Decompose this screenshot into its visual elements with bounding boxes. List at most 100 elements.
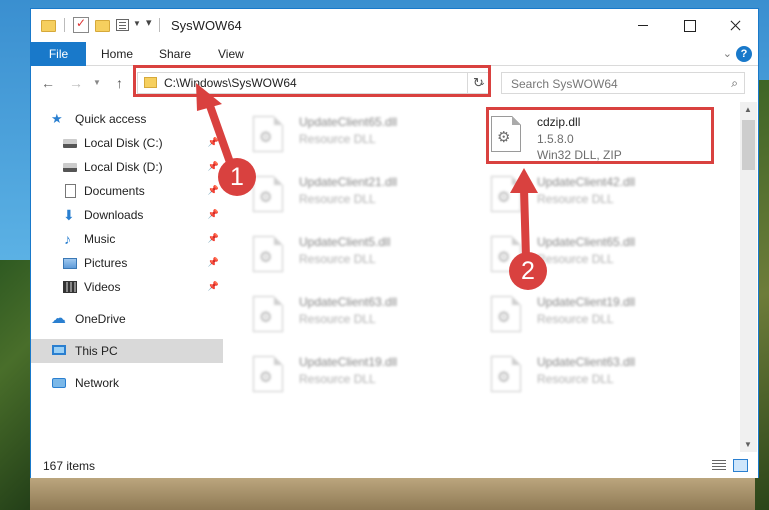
file-name: UpdateClient63.dll (537, 355, 636, 369)
pictures-icon (63, 258, 77, 269)
pin-icon[interactable]: 📌 (208, 281, 219, 292)
file-name: UpdateClient63.dll (299, 295, 398, 309)
window-title: SysWOW64 (171, 18, 242, 33)
file-type: Resource DLL (299, 192, 376, 206)
sidebar-item-label: Local Disk (D:) (84, 160, 163, 174)
file-item[interactable]: ⚙ UpdateClient65.dll Resource DLL (239, 110, 469, 166)
file-name: UpdateClient65.dll (537, 235, 636, 249)
minimize-button[interactable] (620, 9, 666, 41)
gear-icon: ⚙ (259, 189, 273, 206)
file-item[interactable]: ⚙ UpdateClient63.dll Resource DLL (239, 290, 469, 346)
sidebar-item-label: Videos (84, 280, 121, 294)
gear-icon: ⚙ (259, 369, 273, 386)
music-icon: ♪ (64, 231, 71, 247)
sidebar-item-label: Documents (84, 184, 145, 198)
large-icons-view-icon[interactable] (733, 459, 748, 472)
download-icon: ⬇ (63, 207, 75, 223)
sidebar-item-music[interactable]: ♪ Music 📌 (31, 227, 223, 251)
gear-icon: ⚙ (497, 249, 511, 266)
sidebar-item-this-pc[interactable]: This PC (31, 339, 223, 363)
close-button[interactable] (712, 9, 758, 41)
file-name: UpdateClient5.dll (299, 235, 391, 249)
search-placeholder: Search SysWOW64 (511, 77, 618, 91)
sidebar-item-onedrive[interactable]: ☁ OneDrive (31, 307, 223, 331)
pin-icon[interactable]: 📌 (208, 233, 219, 244)
file-item[interactable]: ⚙ UpdateClient63.dll Resource DLL (477, 350, 707, 406)
tab-home[interactable]: Home (101, 42, 133, 66)
dll-file-icon: ⚙ (491, 356, 521, 392)
pin-icon[interactable]: 📌 (208, 209, 219, 220)
title-bar: ▼ ▾ SysWOW64 (31, 9, 758, 42)
file-item[interactable]: ⚙ UpdateClient42.dll Resource DLL (477, 170, 707, 226)
status-bar: 167 items (31, 454, 758, 478)
sidebar-item-label: OneDrive (75, 312, 126, 326)
scroll-up-icon[interactable]: ▲ (744, 105, 752, 114)
file-type: Resource DLL (299, 372, 376, 386)
item-count: 167 items (43, 459, 96, 473)
sidebar-item-quick-access[interactable]: ★ Quick access (31, 107, 223, 131)
file-type: Resource DLL (299, 252, 376, 266)
forward-arrow-icon[interactable]: → (69, 75, 83, 91)
pin-icon[interactable]: 📌 (208, 161, 219, 172)
sidebar-item-label: Local Disk (C:) (84, 136, 163, 150)
file-item[interactable]: ⚙ UpdateClient21.dll Resource DLL (239, 170, 469, 226)
sidebar-item-pictures[interactable]: Pictures 📌 (31, 251, 223, 275)
up-arrow-icon[interactable]: ↑ (116, 75, 123, 91)
file-type: Resource DLL (537, 252, 614, 266)
file-item[interactable]: ⚙ UpdateClient19.dll Resource DLL (477, 290, 707, 346)
help-icon[interactable]: ? (736, 46, 752, 62)
pin-icon[interactable]: 📌 (208, 185, 219, 196)
tab-view[interactable]: View (218, 42, 244, 66)
title-separator (159, 18, 160, 32)
gear-icon: ⚙ (497, 309, 511, 326)
videos-icon (63, 281, 77, 293)
maximize-button[interactable] (666, 9, 712, 41)
details-view-icon[interactable] (712, 460, 726, 471)
new-folder-icon[interactable] (95, 17, 111, 33)
desktop-palm-left (0, 260, 30, 510)
sidebar-item-documents[interactable]: Documents 📌 (31, 179, 223, 203)
sidebar-item-network[interactable]: Network (31, 371, 223, 395)
this-pc-icon (52, 345, 66, 355)
file-name: UpdateClient65.dll (299, 115, 398, 129)
file-type: Resource DLL (299, 312, 376, 326)
step-2-badge: 2 (509, 252, 547, 290)
tab-share[interactable]: Share (159, 42, 191, 66)
file-highlight (486, 107, 714, 164)
quick-access-separator (64, 18, 65, 32)
properties-icon[interactable] (116, 17, 132, 33)
pin-icon[interactable]: 📌 (208, 257, 219, 268)
expand-ribbon-icon[interactable]: ⌄ (723, 47, 732, 60)
dll-file-icon: ⚙ (253, 176, 283, 212)
file-name: UpdateClient19.dll (537, 295, 636, 309)
file-item[interactable]: ⚙ UpdateClient5.dll Resource DLL (239, 230, 469, 286)
scrollbar-thumb[interactable] (742, 120, 755, 170)
back-arrow-icon[interactable]: ← (41, 75, 55, 91)
ribbon: File Home Share View ⌄ ? (31, 42, 758, 66)
file-type: Resource DLL (537, 312, 614, 326)
gear-icon: ⚙ (259, 249, 273, 266)
search-input[interactable]: Search SysWOW64 ⌕ (501, 72, 745, 94)
scroll-down-icon[interactable]: ▼ (744, 440, 752, 449)
customize-toolbar-icon[interactable]: ▾ (146, 16, 152, 29)
vertical-scrollbar[interactable]: ▲ ▼ (740, 102, 757, 452)
pin-icon[interactable]: 📌 (208, 137, 219, 148)
search-icon[interactable]: ⌕ (731, 76, 738, 91)
sidebar-item-local-disk-c[interactable]: Local Disk (C:) 📌 (31, 131, 223, 155)
tab-file[interactable]: File (31, 42, 86, 66)
documents-icon (65, 184, 76, 198)
file-item[interactable]: ⚙ UpdateClient19.dll Resource DLL (239, 350, 469, 406)
chevron-down-icon[interactable]: ▼ (133, 19, 141, 28)
drive-icon (63, 163, 77, 172)
dll-file-icon: ⚙ (253, 236, 283, 272)
sidebar-item-label: Pictures (84, 256, 128, 270)
recent-locations-icon[interactable]: ▼ (93, 78, 101, 87)
sidebar-item-videos[interactable]: Videos 📌 (31, 275, 223, 299)
sidebar-item-label: Network (75, 376, 120, 390)
network-icon (52, 378, 66, 388)
sidebar-item-downloads[interactable]: ⬇ Downloads 📌 (31, 203, 223, 227)
file-name: UpdateClient19.dll (299, 355, 398, 369)
properties-check-icon[interactable] (73, 16, 89, 33)
dll-file-icon: ⚙ (253, 296, 283, 332)
sidebar-item-local-disk-d[interactable]: Local Disk (D:) 📌 (31, 155, 223, 179)
